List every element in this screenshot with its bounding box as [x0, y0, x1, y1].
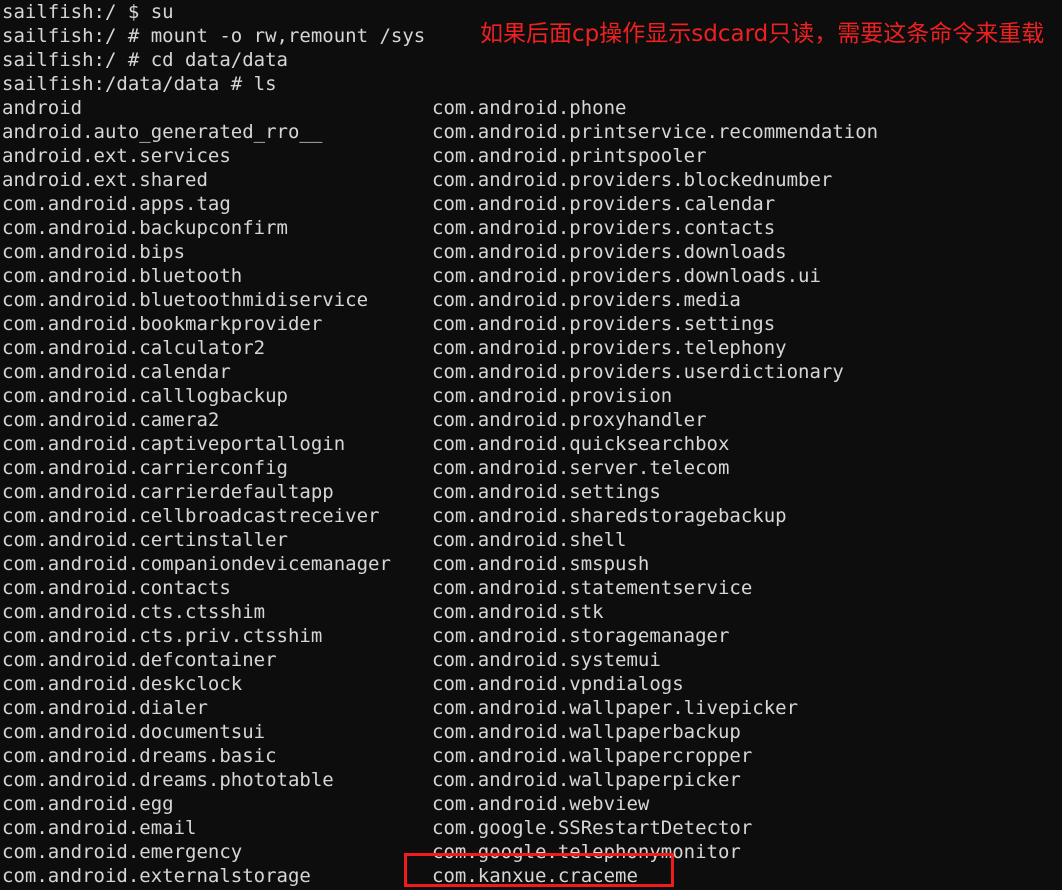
package-list-item: com.android.phone	[432, 97, 627, 119]
package-list-item: com.android.providers.contacts	[432, 217, 776, 239]
package-list-item: android.auto_generated_rro__	[2, 121, 323, 143]
package-list-item: com.android.carrierdefaultapp	[2, 481, 334, 503]
package-list-item: com.android.stk	[432, 601, 604, 623]
package-list-item: com.android.emergency	[2, 841, 243, 863]
package-list-item: com.android.cellbroadcastreceiver	[2, 505, 380, 527]
package-list-item: com.android.systemui	[432, 649, 661, 671]
package-list-item: android.ext.shared	[2, 169, 208, 191]
package-list-item: com.android.companiondevicemanager	[2, 553, 391, 575]
terminal-command-line: sailfish:/ # cd data/data	[2, 49, 288, 71]
package-list-item: com.android.calendar	[2, 361, 231, 383]
package-list-item: com.android.providers.calendar	[432, 193, 776, 215]
package-list-item: com.android.bluetoothmidiservice	[2, 289, 369, 311]
package-list-item: com.android.deskclock	[2, 673, 243, 695]
package-list-item: com.android.wallpaper.livepicker	[432, 697, 799, 719]
package-list-item: com.android.cts.ctsshim	[2, 601, 266, 623]
package-list-item: com.android.externalstorage	[2, 865, 311, 887]
package-list-item: com.android.camera2	[2, 409, 220, 431]
package-list-item: com.google.telephonymonitor	[432, 841, 741, 863]
package-list-item: com.android.wallpapercropper	[432, 745, 753, 767]
package-list-item: android	[2, 97, 83, 119]
package-list-item: com.android.email	[2, 817, 197, 839]
package-list-item: com.android.vpndialogs	[432, 673, 684, 695]
package-list-item: com.android.wallpaperpicker	[432, 769, 741, 791]
package-list-item: com.android.defcontainer	[2, 649, 277, 671]
package-list-item: com.android.webview	[432, 793, 650, 815]
package-list-item: com.android.providers.media	[432, 289, 741, 311]
package-list-item: com.android.providers.downloads	[432, 241, 787, 263]
package-list-item: com.android.printspooler	[432, 145, 707, 167]
package-list-right-column: com.android.phone com.android.printservic…	[432, 96, 878, 890]
package-list-item: com.google.SSRestartDetector	[432, 817, 753, 839]
package-list-item: com.android.carrierconfig	[2, 457, 288, 479]
package-list-item: com.android.apps.tag	[2, 193, 231, 215]
package-list-item: com.android.cts.priv.ctsshim	[2, 625, 323, 647]
terminal-screen[interactable]: sailfish:/ $ su sailfish:/ # mount -o rw,…	[0, 0, 1062, 890]
package-list-item: com.android.egg	[2, 793, 174, 815]
package-list-item: com.android.wallpaperbackup	[432, 721, 741, 743]
package-list-item: com.android.bookmarkprovider	[2, 313, 323, 335]
package-list-left-column: android android.auto_generated_rro__ andro…	[2, 96, 391, 890]
package-list-item: com.android.server.telecom	[432, 457, 730, 479]
package-list-item: com.android.smspush	[432, 553, 650, 575]
package-list-item: com.android.printservice.recommendation	[432, 121, 879, 143]
package-list-item: com.android.shell	[432, 529, 627, 551]
red-note-annotation: 如果后面cp操作显示sdcard只读，需要这条命令来重载	[480, 21, 1045, 47]
package-list-item: com.android.providers.telephony	[432, 337, 787, 359]
terminal-prompt-block: sailfish:/ $ su sailfish:/ # mount -o rw,…	[2, 0, 425, 96]
package-list-item: com.android.storagemanager	[432, 625, 730, 647]
package-list-item: com.android.provision	[432, 385, 673, 407]
package-list-item: com.android.dreams.basic	[2, 745, 277, 767]
package-list-item: com.android.bluetooth	[2, 265, 243, 287]
package-list-item: com.android.dreams.phototable	[2, 769, 334, 791]
package-list-item: com.android.calculator2	[2, 337, 266, 359]
package-list-item: com.android.statementservice	[432, 577, 753, 599]
package-list-item: com.android.backupconfirm	[2, 217, 288, 239]
package-list-item: com.kanxue.craceme	[432, 865, 638, 887]
package-list-item: com.android.providers.userdictionary	[432, 361, 844, 383]
package-list-item: com.android.captiveportallogin	[2, 433, 346, 455]
terminal-command-line: sailfish:/data/data # ls	[2, 73, 277, 95]
package-list-item: com.android.providers.blockednumber	[432, 169, 833, 191]
terminal-command-line: sailfish:/ $ su	[2, 1, 174, 23]
package-list-item: com.android.settings	[432, 481, 661, 503]
terminal-command-line: sailfish:/ # mount -o rw,remount /sys	[2, 25, 426, 47]
package-list-item: com.android.quicksearchbox	[432, 433, 730, 455]
package-list-item: com.android.proxyhandler	[432, 409, 707, 431]
package-list-item: com.android.sharedstoragebackup	[432, 505, 787, 527]
package-list-item: com.android.providers.settings	[432, 313, 776, 335]
package-list-item: com.android.contacts	[2, 577, 231, 599]
package-list-item: com.android.certinstaller	[2, 529, 288, 551]
package-list-item: com.android.calllogbackup	[2, 385, 288, 407]
package-list-item: com.android.documentsui	[2, 721, 266, 743]
package-list-item: com.android.bips	[2, 241, 186, 263]
package-list-item: com.android.providers.downloads.ui	[432, 265, 821, 287]
package-list-item: com.android.dialer	[2, 697, 208, 719]
package-list-item: android.ext.services	[2, 145, 231, 167]
